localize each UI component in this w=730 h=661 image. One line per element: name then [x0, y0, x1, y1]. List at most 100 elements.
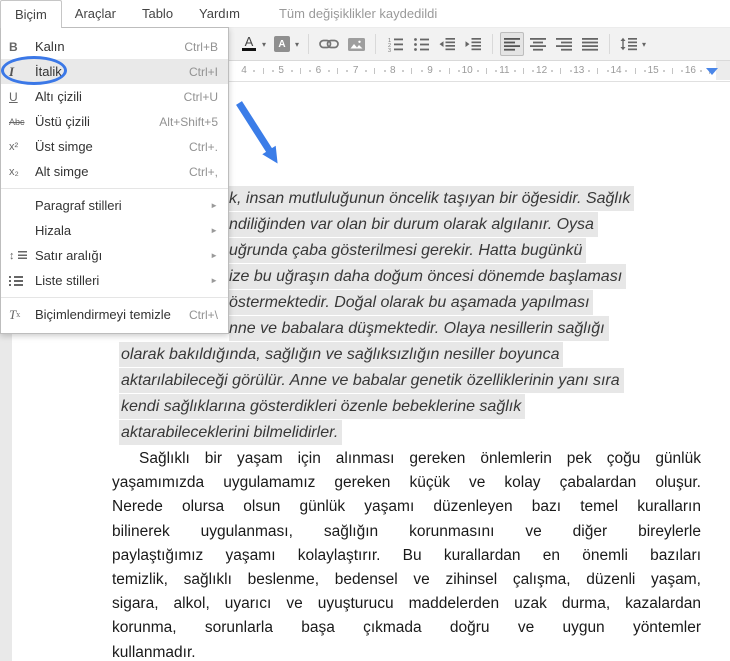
menu-item-list-styles[interactable]: Liste stilleri ►	[1, 268, 228, 293]
menu-item-superscript[interactable]: x² Üst simge Ctrl+.	[1, 134, 228, 159]
save-status: Tüm değişiklikler kaydedildi	[278, 6, 438, 21]
menubar-item-yardım[interactable]: Yardım	[186, 0, 253, 27]
selected-text-line[interactable]: k, insan mutluluğunun öncelik taşıyan bi…	[229, 186, 635, 211]
link-icon	[319, 39, 339, 49]
increase-indent-icon	[465, 38, 482, 51]
submenu-arrow-icon: ►	[210, 226, 218, 235]
numbered-list-icon: 1 2 3	[388, 38, 404, 52]
strikethrough-icon: Abc	[9, 116, 25, 127]
paragraph-line[interactable]: bilinerek uygulanması, sağlığın korunmas…	[112, 520, 701, 544]
highlight-color-dropdown-icon[interactable]: ▾	[295, 40, 299, 49]
ruler-tick	[588, 70, 591, 72]
ruler-margin-area	[716, 61, 730, 80]
menu-item-italic[interactable]: I İtalik Ctrl+I	[1, 56, 228, 85]
clear-formatting-icon: T	[9, 307, 35, 323]
ruler-number: 11	[499, 65, 510, 76]
decrease-indent-icon	[439, 38, 456, 51]
ruler-tick	[253, 70, 256, 72]
menubar-item-biçim[interactable]: Biçim	[0, 0, 62, 28]
menubar: Biçim Araçlar Tablo Yardım Tüm değişiklikle…	[0, 0, 730, 28]
selected-text-line[interactable]: uğrunda çaba gösterilmesi gerekir. Hatta…	[229, 238, 587, 263]
align-right-icon	[556, 38, 573, 51]
insert-link-button[interactable]	[316, 32, 342, 56]
ruler-number: 6	[315, 65, 322, 76]
menubar-item-araçlar[interactable]: Araçlar	[62, 0, 129, 27]
menu-item-paragraph-styles[interactable]: Paragraf stilleri ►	[1, 193, 228, 218]
toolbar-separator	[308, 34, 310, 54]
text-color-icon: A	[242, 35, 256, 51]
selected-text-line[interactable]: nne ve babalara düşmektedir. Olaya nesil…	[229, 316, 609, 341]
bulleted-list-button[interactable]	[409, 32, 433, 56]
menu-item-shortcut: Alt+Shift+5	[159, 114, 218, 129]
ruler-tick	[327, 70, 330, 72]
paragraph-line[interactable]: kullanmadır.	[112, 641, 701, 661]
menu-item-clear-formatting[interactable]: TBiçimlendirmeyi temizle Ctrl+\	[1, 302, 228, 327]
ruler-tick	[523, 68, 524, 74]
menu-item-shortcut: Ctrl+B	[184, 39, 218, 54]
ruler-number: 12	[536, 65, 548, 76]
paragraph-line[interactable]: sigara, alkol, uyarıcı ve uyuşturucu mad…	[112, 592, 701, 616]
menu-item-strikethrough[interactable]: Abc Üstü çizili Alt+Shift+5	[1, 109, 228, 134]
text-color-dropdown-icon[interactable]: ▾	[262, 40, 266, 49]
highlight-color-icon: A	[274, 36, 291, 52]
svg-text:3: 3	[388, 48, 391, 52]
ruler-tick	[290, 70, 293, 72]
menu-item-line-spacing[interactable]: Satır aralığı ►	[1, 243, 228, 268]
ruler-tick	[402, 70, 405, 72]
paragraph-line[interactable]: yaşamımızda uygulamamız gereken küçük ve…	[112, 471, 701, 495]
format-menu-dropdown: B Kalın Ctrl+B I İtalik Ctrl+I U Altı çizili Ctr…	[0, 27, 229, 334]
menu-item-align[interactable]: Hizala ►	[1, 218, 228, 243]
selected-text-line[interactable]: östermektedir. Doğal olarak bu aşamada y…	[229, 290, 594, 315]
menu-item-subscript[interactable]: x₂ Alt simge Ctrl+,	[1, 159, 228, 184]
menu-item-label: Alt simge	[35, 164, 89, 179]
menu-item-label: Hizala	[35, 223, 72, 238]
bold-icon: B	[9, 39, 18, 54]
menu-item-label: Kalın	[35, 39, 65, 54]
ruler-tick	[513, 70, 516, 72]
superscript-icon: x²	[9, 140, 19, 153]
ruler-tick	[662, 70, 665, 72]
ruler-tick	[448, 68, 450, 74]
increase-indent-button[interactable]	[461, 32, 485, 56]
ruler-tick	[625, 70, 628, 72]
numbered-list-button[interactable]: 1 2 3	[383, 32, 407, 56]
app-window: k, insan mutluluğunun öncelik taşıyan bi…	[0, 0, 730, 661]
line-spacing-dropdown-icon[interactable]: ▾	[642, 40, 646, 49]
justify-button[interactable]	[578, 32, 602, 56]
paragraph-line[interactable]: temizlik, sağlıklı beslenme, bedensel ve…	[112, 568, 701, 592]
menubar-item-tablo[interactable]: Tablo	[129, 0, 186, 27]
align-center-button[interactable]	[526, 32, 550, 56]
right-indent-marker[interactable]	[706, 68, 718, 75]
selected-text-line[interactable]: ndiliğinden var olan bir durum olarak al…	[229, 212, 598, 237]
line-spacing-button[interactable]	[617, 32, 641, 56]
ruler-number: 8	[390, 65, 396, 76]
menu-item-bold[interactable]: B Kalın Ctrl+B	[1, 34, 228, 59]
ruler-number: 5	[278, 65, 284, 76]
paragraph-line[interactable]: Sağlıklı bir yaşam için alınması gereken…	[112, 447, 701, 471]
selected-text-line[interactable]: aktarabileceklerini bilmelidirler.	[119, 420, 343, 445]
decrease-indent-button[interactable]	[435, 32, 459, 56]
ruler-tick	[485, 68, 487, 74]
ruler-tick	[550, 70, 553, 72]
paragraph-line[interactable]: Nerede olursa olsun günlük yaşamı düzenl…	[112, 495, 701, 519]
ruler-tick	[411, 68, 413, 74]
underline-icon: U	[9, 89, 18, 104]
highlight-color-button[interactable]: A	[270, 32, 294, 56]
menu-item-shortcut: Ctrl+I	[188, 64, 218, 79]
selected-text-line[interactable]: olarak bakıldığında, sağlığın ve sağlıks…	[119, 342, 564, 367]
insert-image-button[interactable]	[344, 32, 368, 56]
list-styles-icon	[9, 276, 35, 286]
align-right-button[interactable]	[552, 32, 576, 56]
justify-icon	[582, 38, 599, 51]
menu-tabs: Biçim Araçlar Tablo Yardım	[0, 0, 253, 28]
selected-text-line[interactable]: aktarılabileceği görülür. Anne ve babala…	[119, 368, 624, 393]
align-left-button[interactable]	[500, 32, 525, 56]
selected-text-line[interactable]: kendi sağlıklarına gösterdikleri özenle …	[119, 394, 526, 419]
menu-item-shortcut: Ctrl+\	[188, 307, 218, 322]
menu-item-label: Biçimlendirmeyi temizle	[35, 307, 171, 322]
selected-text-line[interactable]: ize bu uğraşın daha doğum öncesi dönemde…	[229, 264, 627, 289]
paragraph-line[interactable]: korunma, sorunlarla başa çıkmada doğru v…	[112, 616, 701, 640]
paragraph-line[interactable]: paylaştığımız yaşamı kolaylaştırır. Bu k…	[112, 544, 701, 568]
text-color-button[interactable]: A	[237, 32, 261, 56]
menu-item-underline[interactable]: U Altı çizili Ctrl+U	[1, 84, 228, 109]
